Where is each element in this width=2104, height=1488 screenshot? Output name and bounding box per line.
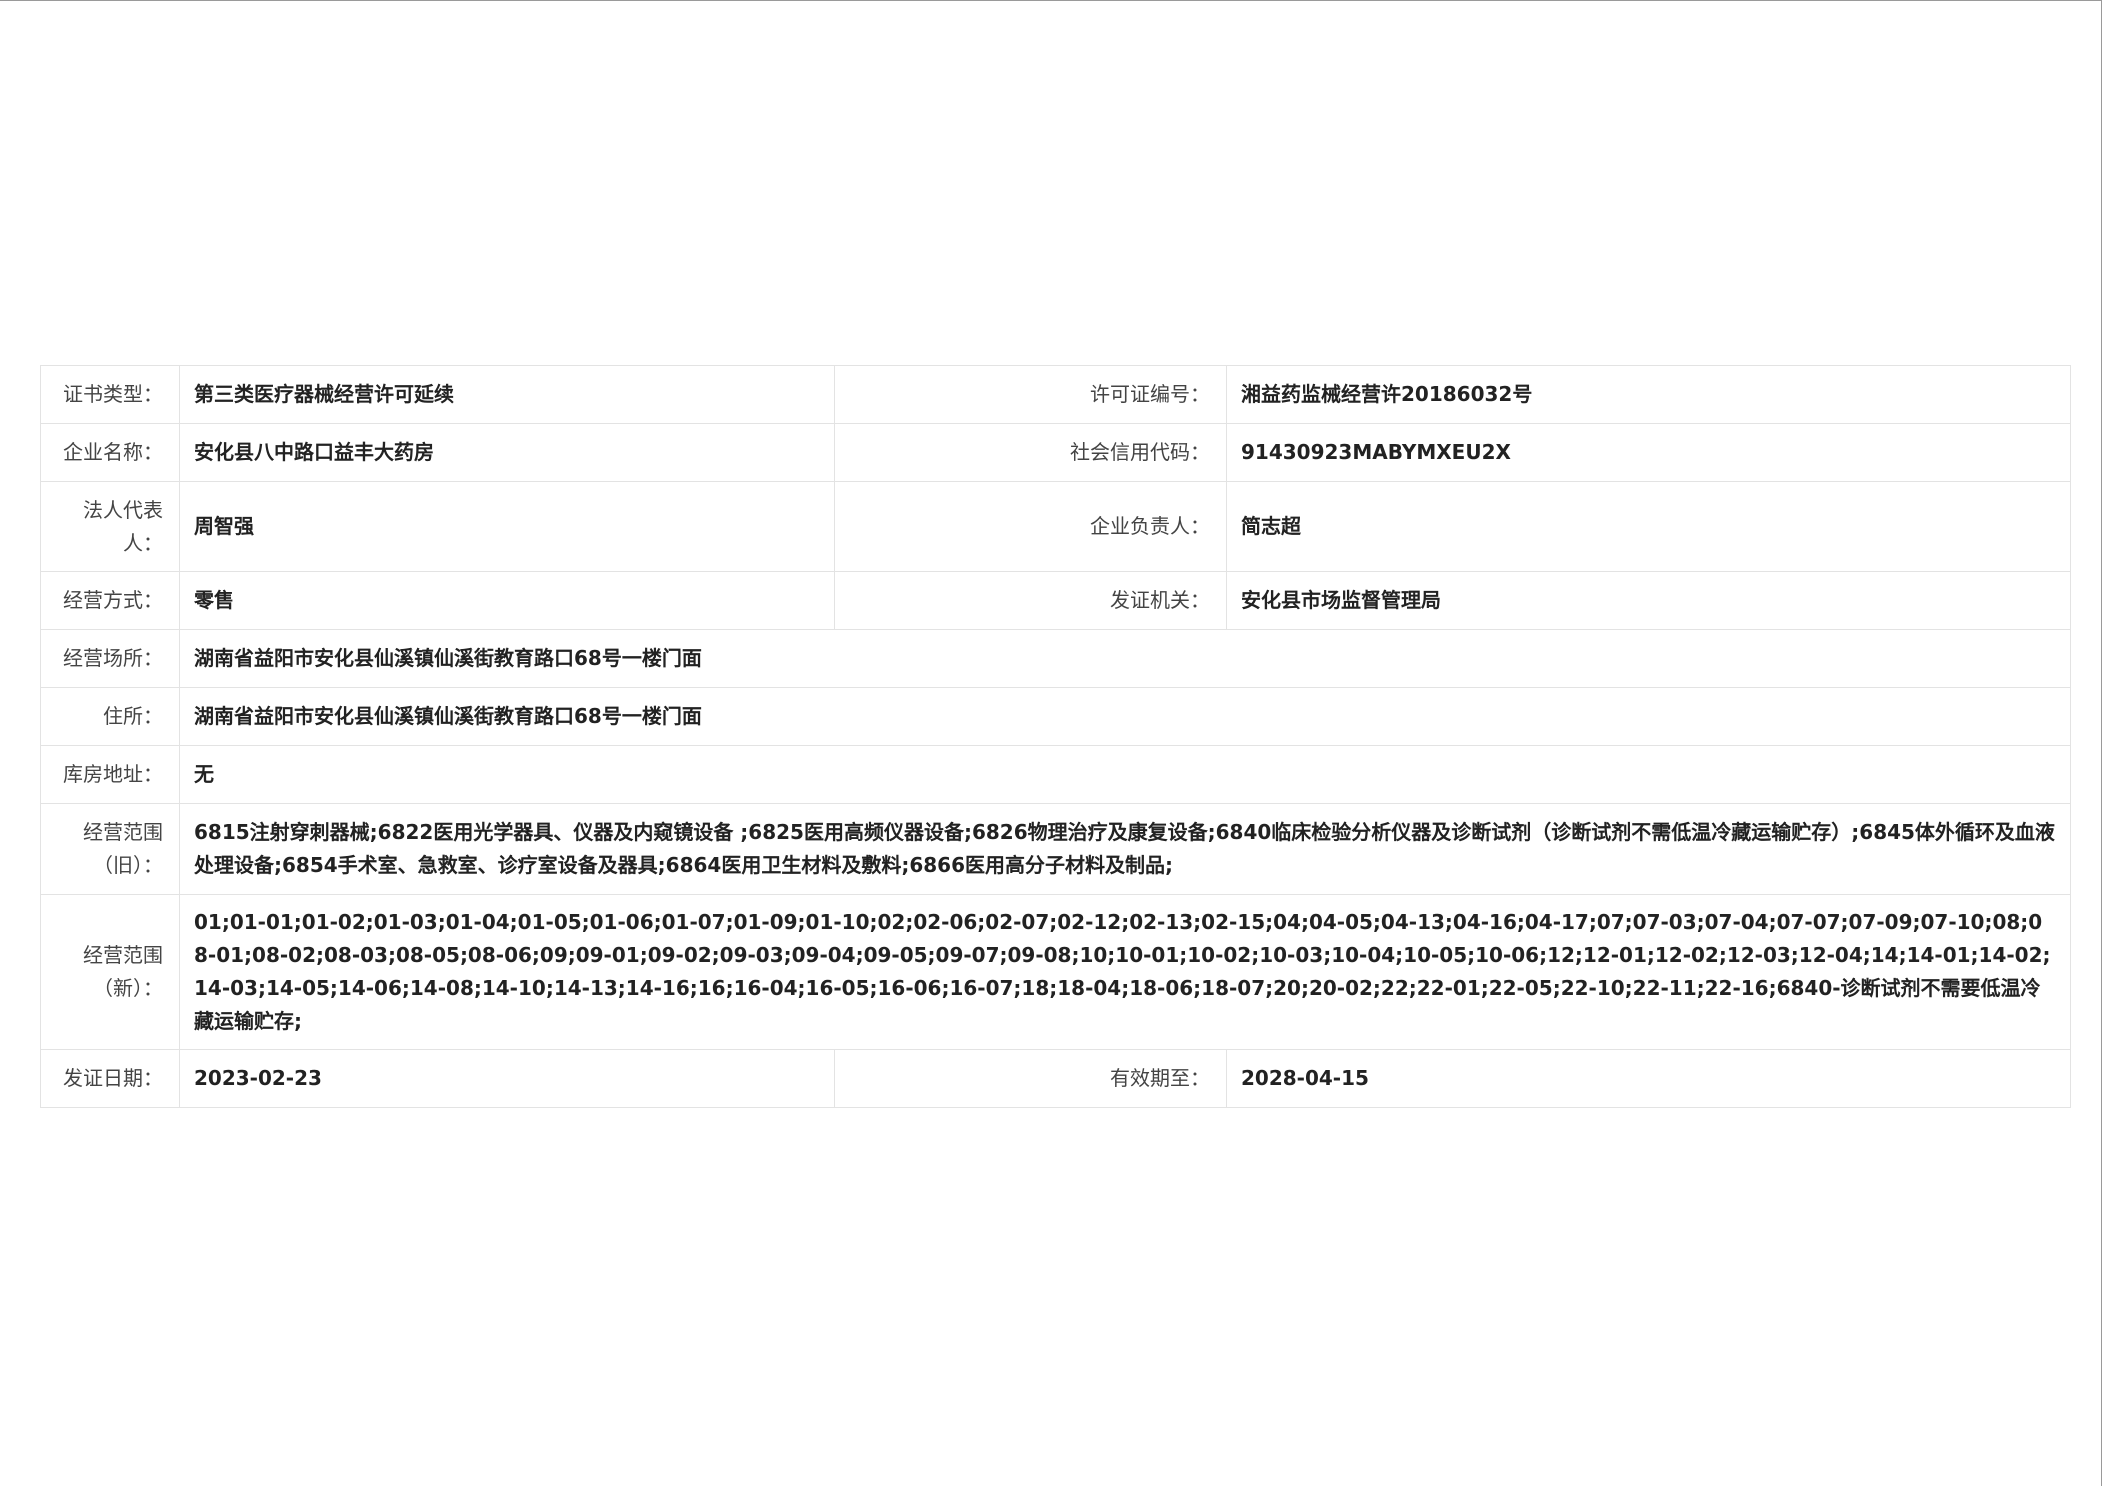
residence-value: 湖南省益阳市安化县仙溪镇仙溪街教育路口68号一楼门面 [179, 687, 2071, 746]
business-mode-value: 零售 [179, 571, 835, 630]
principal-label: 企业负责人： [834, 481, 1227, 572]
premises-value: 湖南省益阳市安化县仙溪镇仙溪街教育路口68号一楼门面 [179, 629, 2071, 688]
license-no-value: 湘益药监械经营许20186032号 [1226, 365, 2071, 424]
principal-value: 简志超 [1226, 481, 2071, 572]
credit-code-label: 社会信用代码： [834, 423, 1227, 482]
cert-type-value: 第三类医疗器械经营许可延续 [179, 365, 835, 424]
row-issue-date: 发证日期： 2023-02-23 有效期至： 2028-04-15 [40, 1049, 2071, 1108]
company-name-label: 企业名称： [40, 423, 180, 482]
company-name-value: 安化县八中路口益丰大药房 [179, 423, 835, 482]
row-company-name: 企业名称： 安化县八中路口益丰大药房 社会信用代码： 91430923MABYM… [40, 423, 2071, 482]
license-no-label: 许可证编号： [834, 365, 1227, 424]
valid-until-label: 有效期至： [834, 1049, 1227, 1108]
issue-date-value: 2023-02-23 [179, 1049, 835, 1108]
row-cert-type: 证书类型： 第三类医疗器械经营许可延续 许可证编号： 湘益药监械经营许20186… [40, 365, 2071, 424]
warehouse-value: 无 [179, 745, 2071, 804]
row-business-mode: 经营方式： 零售 发证机关： 安化县市场监督管理局 [40, 571, 2071, 630]
scope-old-value: 6815注射穿刺器械;6822医用光学器具、仪器及内窥镜设备 ;6825医用高频… [179, 803, 2071, 895]
issue-date-label: 发证日期： [40, 1049, 180, 1108]
row-residence: 住所： 湖南省益阳市安化县仙溪镇仙溪街教育路口68号一楼门面 [40, 687, 2071, 746]
license-info-table: 证书类型： 第三类医疗器械经营许可延续 许可证编号： 湘益药监械经营许20186… [40, 365, 2071, 1108]
legal-rep-label: 法人代表人： [40, 481, 180, 572]
row-scope-new: 经营范围（新）： 01;01-01;01-02;01-03;01-04;01-0… [40, 894, 2071, 1050]
cert-type-label: 证书类型： [40, 365, 180, 424]
scope-new-value: 01;01-01;01-02;01-03;01-04;01-05;01-06;0… [179, 894, 2071, 1050]
legal-rep-value: 周智强 [179, 481, 835, 572]
issuer-label: 发证机关： [834, 571, 1227, 630]
scope-new-label: 经营范围（新）： [40, 894, 180, 1050]
scope-old-label: 经营范围（旧）： [40, 803, 180, 895]
credit-code-value: 91430923MABYMXEU2X [1226, 423, 2071, 482]
warehouse-label: 库房地址： [40, 745, 180, 804]
issuer-value: 安化县市场监督管理局 [1226, 571, 2071, 630]
row-legal-rep: 法人代表人： 周智强 企业负责人： 简志超 [40, 481, 2071, 572]
row-warehouse: 库房地址： 无 [40, 745, 2071, 804]
premises-label: 经营场所： [40, 629, 180, 688]
row-scope-old: 经营范围（旧）： 6815注射穿刺器械;6822医用光学器具、仪器及内窥镜设备 … [40, 803, 2071, 895]
valid-until-value: 2028-04-15 [1226, 1049, 2071, 1108]
business-mode-label: 经营方式： [40, 571, 180, 630]
row-premises: 经营场所： 湖南省益阳市安化县仙溪镇仙溪街教育路口68号一楼门面 [40, 629, 2071, 688]
residence-label: 住所： [40, 687, 180, 746]
